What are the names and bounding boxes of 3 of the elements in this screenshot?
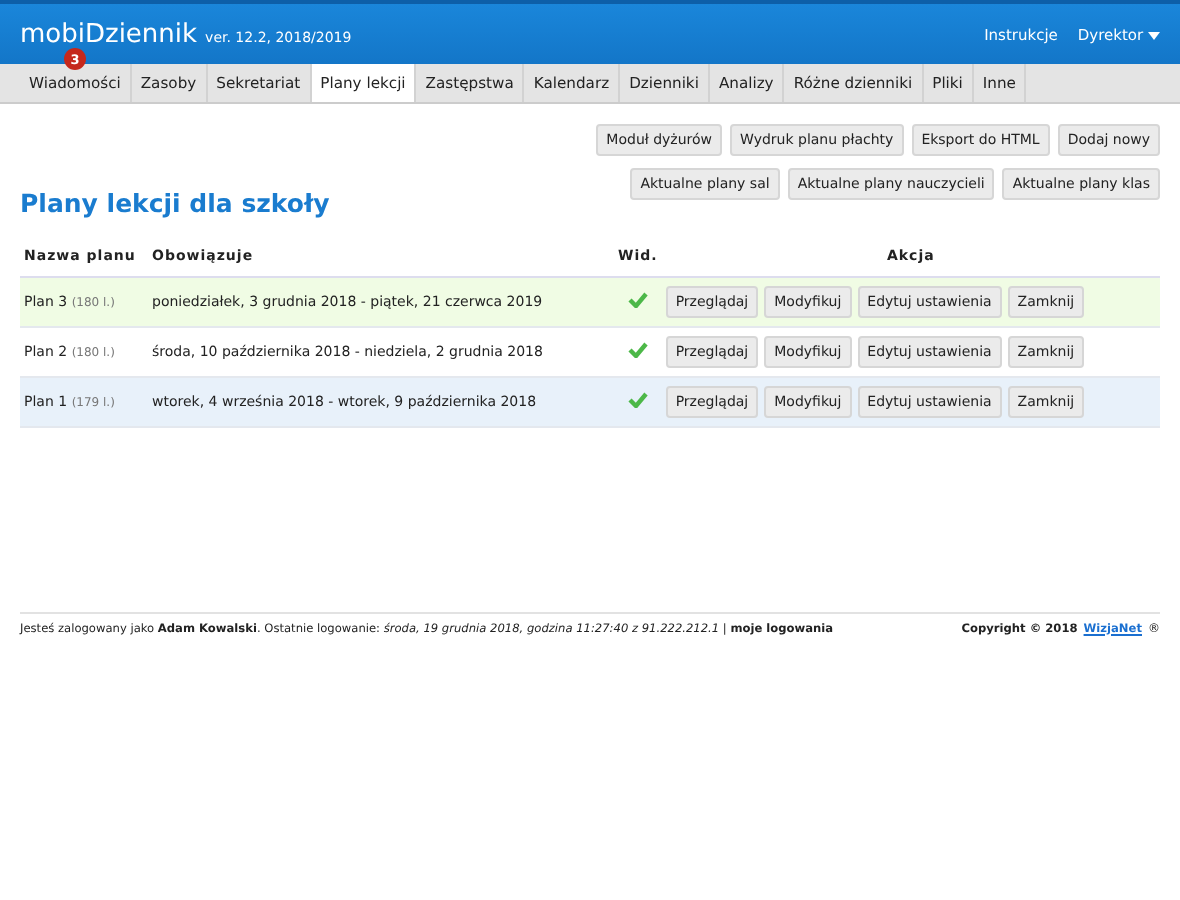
page-title: Plany lekcji dla szkoły [20, 188, 332, 218]
app-logo: mobiDziennik [20, 19, 198, 49]
caret-icon [1148, 31, 1160, 39]
